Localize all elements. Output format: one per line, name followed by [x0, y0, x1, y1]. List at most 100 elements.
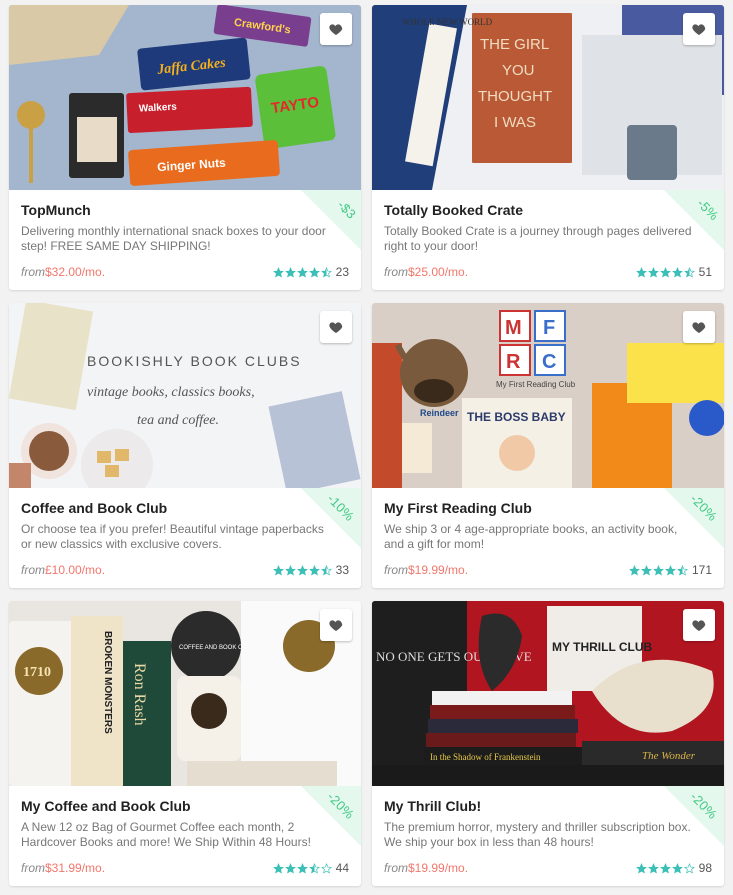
- star-icon: [284, 862, 296, 874]
- image-text: YOU: [502, 62, 535, 79]
- rating[interactable]: 23: [272, 265, 349, 279]
- price: from$19.99/mo.: [384, 563, 468, 577]
- product-card-topmunch[interactable]: Crawford's Jaffa Cakes Walkers TAYTO Gin…: [9, 5, 361, 290]
- image-text: tea and coffee.: [137, 413, 219, 428]
- price-from-label: from: [21, 861, 45, 875]
- price: from$32.00/mo.: [21, 265, 105, 279]
- card-title[interactable]: TopMunch: [21, 202, 91, 218]
- heart-icon: [692, 620, 706, 631]
- image-text: MY THRILL CLUB: [552, 640, 653, 654]
- star-icon: [296, 862, 308, 874]
- product-card-my-first-reading-club[interactable]: M F R C My First Reading Club Reindeer T…: [372, 303, 724, 588]
- star-icon: [284, 266, 296, 278]
- product-card-coffee-and-book-club[interactable]: BOOKISHLY BOOK CLUBS vintage books, clas…: [9, 303, 361, 588]
- price-amount: $19.99: [408, 861, 445, 875]
- image-text: My First Reading Club: [496, 380, 576, 389]
- image-text: I WAS: [494, 114, 536, 131]
- price-from-label: from: [384, 563, 408, 577]
- product-image[interactable]: BOOKISHLY BOOK CLUBS vintage books, clas…: [9, 303, 361, 488]
- star-icon: [683, 862, 695, 874]
- price-period: /mo.: [81, 563, 106, 577]
- price-amount: $31.99: [45, 861, 82, 875]
- heart-icon: [329, 24, 343, 35]
- review-count: 23: [335, 265, 349, 279]
- star-icon: [683, 266, 695, 278]
- star-icon: [284, 564, 296, 576]
- star-icon: [308, 564, 320, 576]
- card-title[interactable]: My First Reading Club: [384, 500, 532, 516]
- product-image[interactable]: THE GIRL YOU THOUGHT I WAS WHOLE NEW WOR…: [372, 5, 724, 190]
- star-rating: [272, 266, 332, 278]
- rating[interactable]: 33: [272, 563, 349, 577]
- heart-icon: [329, 620, 343, 631]
- rating[interactable]: 98: [635, 861, 712, 875]
- product-image[interactable]: Crawford's Jaffa Cakes Walkers TAYTO Gin…: [9, 5, 361, 190]
- price: from$31.99/mo.: [21, 861, 105, 875]
- image-text: THOUGHT: [478, 88, 552, 105]
- card-title[interactable]: My Thrill Club!: [384, 798, 481, 814]
- price: from£10.00/mo.: [21, 563, 105, 577]
- star-icon: [641, 564, 652, 576]
- price-period: /mo.: [444, 861, 469, 875]
- price-period: /mo.: [444, 265, 469, 279]
- rating[interactable]: 51: [635, 265, 712, 279]
- heart-icon: [692, 24, 706, 35]
- favorite-button[interactable]: [683, 609, 715, 641]
- star-rating: [635, 862, 695, 874]
- price: from$19.99/mo.: [384, 861, 468, 875]
- favorite-button[interactable]: [683, 311, 715, 343]
- card-description: A New 12 oz Bag of Gourmet Coffee each m…: [21, 820, 311, 849]
- image-text: R: [506, 351, 521, 373]
- star-icon: [647, 266, 659, 278]
- rating[interactable]: 44: [272, 861, 349, 875]
- star-rating: [272, 564, 332, 576]
- image-text: The Wonder: [642, 750, 696, 762]
- star-icon: [677, 564, 688, 576]
- product-image[interactable]: NO ONE GETS OUT ALIVE MY THRILL CLUB In …: [372, 601, 724, 786]
- review-count: 44: [335, 861, 349, 875]
- product-card-my-thrill-club[interactable]: NO ONE GETS OUT ALIVE MY THRILL CLUB In …: [372, 601, 724, 886]
- star-rating: [635, 266, 695, 278]
- card-title[interactable]: Coffee and Book Club: [21, 500, 167, 516]
- star-icon: [320, 564, 332, 576]
- favorite-button[interactable]: [320, 13, 352, 45]
- star-icon: [272, 862, 284, 874]
- star-icon: [272, 564, 284, 576]
- favorite-button[interactable]: [320, 311, 352, 343]
- price-amount: £10.00: [45, 563, 82, 577]
- card-description: The premium horror, mystery and thriller…: [384, 820, 691, 849]
- heart-icon: [692, 322, 706, 333]
- star-icon: [671, 266, 683, 278]
- product-image[interactable]: M F R C My First Reading Club Reindeer T…: [372, 303, 724, 488]
- star-icon: [671, 862, 683, 874]
- price-from-label: from: [21, 563, 45, 577]
- star-rating: [272, 862, 332, 874]
- star-icon: [665, 564, 676, 576]
- card-description: Totally Booked Crate is a journey throug…: [384, 224, 692, 253]
- card-title[interactable]: Totally Booked Crate: [384, 202, 523, 218]
- star-icon: [272, 266, 284, 278]
- favorite-button[interactable]: [683, 13, 715, 45]
- favorite-button[interactable]: [320, 609, 352, 641]
- image-text: THE BOSS BABY: [467, 410, 566, 424]
- image-text: F: [543, 317, 555, 339]
- card-description: Or choose tea if you prefer! Beautiful v…: [21, 522, 324, 551]
- product-card-my-coffee-and-book-club[interactable]: 1710 BROKEN MONSTERS Ron Rash COFFEE AND…: [9, 601, 361, 886]
- card-description: Delivering monthly international snack b…: [21, 224, 326, 253]
- review-count: 51: [698, 265, 712, 279]
- image-text: 1710: [23, 665, 51, 680]
- card-title[interactable]: My Coffee and Book Club: [21, 798, 191, 814]
- product-image[interactable]: 1710 BROKEN MONSTERS Ron Rash COFFEE AND…: [9, 601, 361, 786]
- star-rating: [629, 564, 688, 576]
- rating[interactable]: 171: [629, 563, 712, 577]
- price-amount: $19.99: [408, 563, 445, 577]
- star-icon: [653, 564, 664, 576]
- image-text: M: [505, 317, 522, 339]
- subscription-box-grid: Crawford's Jaffa Cakes Walkers TAYTO Gin…: [0, 0, 733, 895]
- star-icon: [320, 862, 332, 874]
- image-text: Reindeer: [420, 408, 459, 418]
- star-icon: [659, 266, 671, 278]
- product-card-totally-booked-crate[interactable]: THE GIRL YOU THOUGHT I WAS WHOLE NEW WOR…: [372, 5, 724, 290]
- star-icon: [659, 862, 671, 874]
- star-icon: [635, 862, 647, 874]
